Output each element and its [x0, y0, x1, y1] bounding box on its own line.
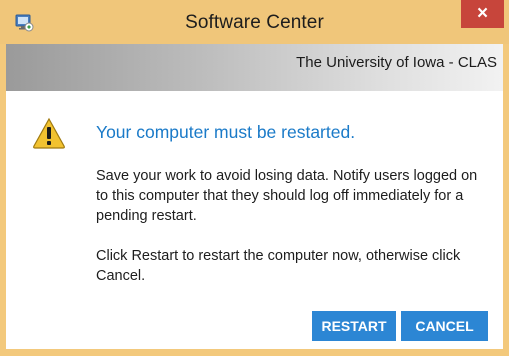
title-bar[interactable]: Software Center × [0, 0, 509, 44]
warning-icon [33, 117, 65, 149]
message-heading: Your computer must be restarted. [96, 122, 356, 142]
organization-name: The University of Iowa - CLAS [296, 54, 497, 71]
window-title: Software Center [185, 12, 324, 33]
message-instructions: Click Restart to restart the computer no… [96, 248, 461, 284]
close-button[interactable]: × [461, 0, 504, 28]
cancel-button[interactable]: CANCEL [401, 311, 488, 341]
dialog-content: The University of Iowa - CLAS Your compu… [6, 44, 503, 349]
restart-button[interactable]: RESTART [312, 311, 396, 341]
dialog-window: Software Center × The University of Iowa… [0, 0, 509, 356]
message-body: Save your work to avoid losing data. Not… [96, 168, 478, 224]
org-banner: The University of Iowa - CLAS [6, 44, 503, 91]
